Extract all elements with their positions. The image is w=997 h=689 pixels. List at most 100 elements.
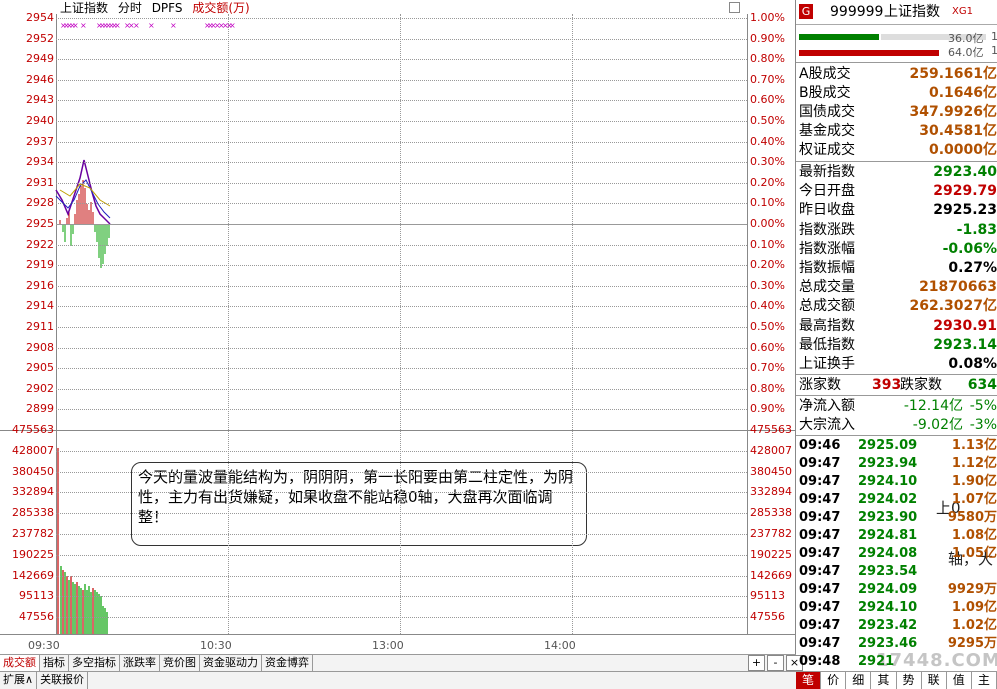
tick-row[interactable]: 09:47 2924.08 1.05亿 — [796, 545, 997, 563]
grid-line — [56, 224, 747, 225]
tick-row[interactable]: 09:47 2924.02 1.07亿 — [796, 491, 997, 509]
row-value: -9.02亿 — [912, 417, 963, 433]
tab-1[interactable]: 指标 — [40, 655, 69, 672]
volume-label-right: 47556 — [750, 610, 785, 624]
nav-button-1[interactable]: - — [767, 655, 784, 671]
quote-tab-4[interactable]: 势 — [897, 672, 922, 689]
percent-label: 0.20% — [750, 175, 785, 189]
row-label: 指数振幅 — [799, 260, 855, 276]
tab-2[interactable]: 多空指标 — [69, 655, 120, 672]
percent-label: 0.70% — [750, 72, 785, 86]
index-row: 总成交量 21870663 — [796, 278, 997, 297]
volume-label-right: 142669 — [750, 568, 792, 582]
row-percent: -3% — [969, 417, 997, 433]
chart-area[interactable]: 上证指数 分时 DPFS 成交额(万) × × × × × × × × × × × × × × × × × × × ×… — [0, 0, 796, 654]
tick-volume: 9295万 — [947, 636, 997, 651]
grid-line — [56, 554, 747, 556]
tab2-0[interactable]: 扩展∧ — [0, 672, 38, 689]
grid-line — [56, 347, 747, 349]
tab-5[interactable]: 资金驱动力 — [200, 655, 262, 672]
tick-time: 09:47 — [799, 618, 841, 633]
tick-row[interactable]: 09:47 2923.90 9580万 — [796, 509, 997, 527]
tab-6[interactable]: 资金博弈 — [262, 655, 313, 672]
tab-4[interactable]: 竞价图 — [160, 655, 200, 672]
grid-line-vertical — [572, 14, 573, 634]
percent-label: 0.40% — [750, 299, 785, 313]
tick-row[interactable]: 09:47 2924.81 1.08亿 — [796, 527, 997, 545]
row-value: 30.4581亿 — [919, 123, 997, 139]
row-label: 权证成交 — [799, 142, 855, 158]
tick-row[interactable]: 09:47 2924.10 1.90亿 — [796, 473, 997, 491]
tick-row[interactable]: 09:47 2923.42 1.02亿 — [796, 617, 997, 635]
quote-tab-2[interactable]: 细 — [846, 672, 872, 689]
tick-row[interactable]: 09:47 2924.09 9929万 — [796, 581, 997, 599]
turnover-row: 国债成交 347.9926亿 — [796, 103, 997, 122]
row-label: B股成交 — [799, 85, 851, 101]
row-label: 净流入额 — [799, 398, 855, 414]
nav-button-0[interactable]: + — [748, 655, 765, 671]
quote-tab-0[interactable]: 笔 — [796, 672, 822, 689]
quote-bottom-tabs: 笔价细其势联值主 — [796, 671, 997, 689]
turnover-row: A股成交 259.1661亿 — [796, 65, 997, 84]
row-label: 最低指数 — [799, 336, 855, 353]
grid-line — [56, 596, 747, 598]
stock-tag[interactable]: XG1 — [952, 0, 973, 24]
tick-row[interactable]: 09:46 2925.09 1.13亿 — [796, 437, 997, 455]
separator — [796, 374, 997, 375]
row-label: 最高指数 — [799, 317, 855, 334]
tick-price: 2923.90 — [858, 510, 918, 525]
price-label: 2928 — [26, 196, 54, 210]
volume-label: 380450 — [12, 464, 54, 478]
group-badge[interactable]: G — [799, 4, 813, 19]
time-label: 13:00 — [372, 639, 404, 652]
tick-volume: 9580万 — [947, 510, 997, 525]
grid-line — [56, 100, 747, 102]
grid-line — [56, 285, 747, 287]
price-label: 2946 — [26, 72, 54, 86]
inflow-bar-bottom — [799, 50, 939, 56]
tick-volume: 1.90亿 — [951, 474, 997, 489]
quote-tab-5[interactable]: 联 — [922, 672, 947, 689]
tick-row[interactable]: 09:47 2924.10 1.09亿 — [796, 599, 997, 617]
flow-row: 净流入额 -12.14亿 -5% — [796, 397, 997, 416]
grid-line — [56, 306, 747, 308]
tick-time: 09:47 — [799, 456, 841, 471]
stock-name: 上证指数 — [884, 4, 940, 20]
quote-tab-1[interactable]: 价 — [821, 672, 847, 689]
volume-label-right: 475563 — [750, 423, 792, 436]
percent-label: 0.90% — [750, 402, 785, 416]
quote-tab-3[interactable]: 其 — [871, 672, 897, 689]
price-label: 2922 — [26, 237, 54, 251]
price-label: 2940 — [26, 114, 54, 127]
tick-row[interactable]: 09:48 2921 — [796, 653, 997, 671]
row-label: 指数涨幅 — [799, 240, 855, 257]
row-value: 21870663 — [919, 279, 997, 296]
quote-tab-7[interactable]: 主 — [972, 672, 997, 689]
tab-0[interactable]: 成交额 — [0, 655, 40, 672]
tick-row[interactable]: 09:47 2923.46 9295万 — [796, 635, 997, 653]
tick-volume: 1.08亿 — [951, 528, 997, 543]
tick-row[interactable]: 09:47 2923.54 — [796, 563, 997, 581]
grid-line — [56, 38, 747, 40]
tick-volume: 1.05亿 — [951, 546, 997, 561]
quote-tab-6[interactable]: 值 — [947, 672, 972, 689]
tab2-1[interactable]: 关联报价 — [37, 672, 89, 689]
tab-3[interactable]: 涨跌率 — [120, 655, 160, 672]
tick-price: 2924.09 — [858, 582, 918, 597]
grid-line — [56, 368, 747, 370]
percent-label: 0.50% — [750, 320, 785, 333]
tick-price: 2924.02 — [858, 492, 918, 507]
tick-price: 2925.09 — [858, 438, 918, 453]
indicator-tab-bar: 成交额 指标 多空指标 涨跌率 竞价图 资金驱动力 资金博弈 — [0, 654, 796, 672]
signal-marker: × — [114, 21, 121, 30]
price-label: 2916 — [26, 278, 54, 292]
index-row: 昨日收盘 2925.23 — [796, 201, 997, 220]
percent-label: 0.30% — [750, 278, 785, 292]
tick-row[interactable]: 09:47 2923.94 1.12亿 — [796, 455, 997, 473]
volume-label: 190225 — [12, 547, 54, 561]
tick-volume: 1.07亿 — [951, 492, 997, 507]
turnover-row: 权证成交 0.0000亿 — [796, 141, 997, 160]
row-value: 2923.40 — [933, 164, 997, 180]
quote-panel: G 999999 上证指数 XG1 36.0亿 64.0亿 1 1 涨家数 39… — [796, 0, 997, 689]
volume-label: 47556 — [19, 610, 54, 624]
